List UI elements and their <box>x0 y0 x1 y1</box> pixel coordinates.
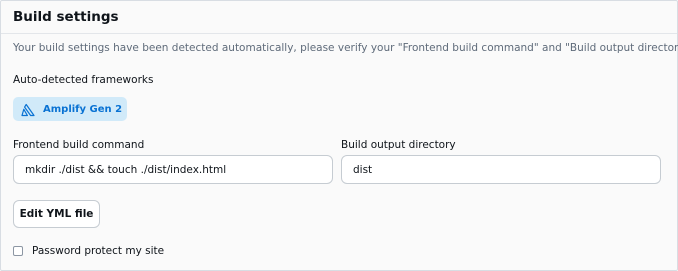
edit-yml-button[interactable]: Edit YML file <box>13 200 100 228</box>
build-command-input[interactable] <box>13 155 333 184</box>
password-protect-option[interactable]: Password protect my site <box>13 245 164 257</box>
amplify-logo-icon <box>21 102 35 117</box>
output-directory-label: Build output directory <box>341 139 456 151</box>
section-description: Your build settings have been detected a… <box>13 42 678 54</box>
section-title: Build settings <box>13 9 119 25</box>
framework-badge-label: Amplify Gen 2 <box>43 103 123 115</box>
output-directory-input[interactable] <box>341 155 661 184</box>
build-command-label: Frontend build command <box>13 139 145 151</box>
password-protect-checkbox[interactable] <box>13 246 23 256</box>
password-protect-label: Password protect my site <box>32 245 165 257</box>
framework-badge: Amplify Gen 2 <box>13 97 127 121</box>
header-divider <box>1 33 677 34</box>
frameworks-label: Auto-detected frameworks <box>13 74 154 86</box>
build-settings-panel: Build settings Your build settings have … <box>0 0 678 271</box>
